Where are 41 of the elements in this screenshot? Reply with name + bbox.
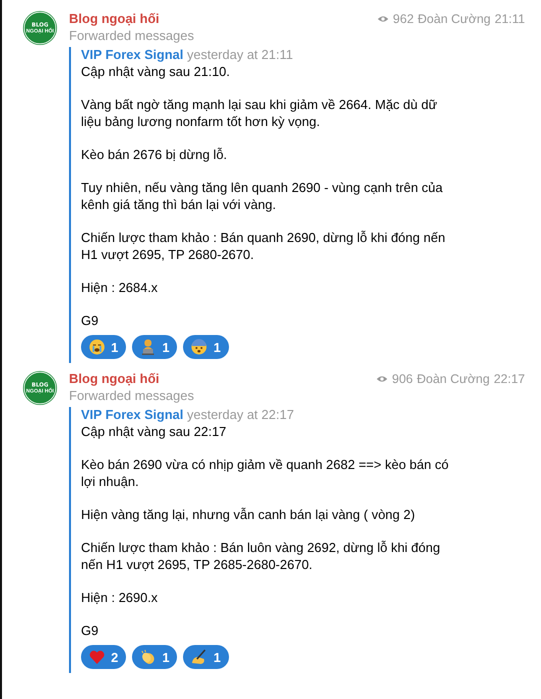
writing-hand-icon xyxy=(191,649,208,665)
author-name: Đoàn Cường xyxy=(418,12,491,26)
view-count: 906 xyxy=(392,372,413,386)
forwarded-label: Forwarded messages xyxy=(69,28,195,43)
reaction-button[interactable]: 1 xyxy=(132,335,178,359)
message-paragraph: Hiện : 2690.x xyxy=(81,589,159,606)
forwarded-label: Forwarded messages xyxy=(69,388,195,403)
message-paragraph: Chiến lược tham khảo : Bán quanh 2690, dừng lỗ khi đóng nến H1 vượt 2695, TP 2680-2670. xyxy=(81,229,446,263)
message-paragraph: Kèo bán 2690 vừa có nhịp giảm về quanh 2682 ==> kèo bán có lợi nhuận. xyxy=(81,456,450,490)
channel-name[interactable]: Blog ngoại hối xyxy=(69,371,160,386)
message-paragraph: Vàng bất ngờ tăng mạnh lại sau khi giảm về 2664. Mặc dù dữ liệu bảng lương nonfarm tốt hơn kỳ vọng. xyxy=(81,96,438,130)
forward-source[interactable]: VIP Forex Signal xyxy=(81,407,184,422)
message-paragraph: G9 xyxy=(81,312,100,329)
fearful-face-icon xyxy=(191,339,208,355)
message-paragraph: Kèo bán 2676 bị dừng lỗ. xyxy=(81,146,228,163)
clapping-hands-icon xyxy=(140,649,156,665)
message-paragraph: G9 xyxy=(81,622,100,639)
message-paragraph: Hiện : 2684.x xyxy=(81,279,159,296)
reaction-button[interactable]: 1 xyxy=(81,335,126,359)
message-paragraph: Hiện vàng tăng lại, nhưng vẫn canh bán lại vàng ( vòng 2) xyxy=(81,506,416,523)
reaction-button[interactable]: 1 xyxy=(183,645,229,669)
eye-icon xyxy=(376,14,389,22)
heart-icon xyxy=(89,649,105,665)
author-name: Đoàn Cường xyxy=(416,372,490,386)
message-paragraph: Tuy nhiên, nếu vàng tăng lên quanh 2690 - vùng cạnh trên của kênh giá tăng thì bán lại với vàng. xyxy=(81,179,444,213)
forward-source[interactable]: VIP Forex Signal xyxy=(81,47,184,62)
message-time: 21:11 xyxy=(494,12,525,26)
reaction-button[interactable]: 1 xyxy=(183,335,229,359)
message-paragraph: Chiến lược tham khảo : Bán luôn vàng 2692, dừng lỗ khi đóng nến H1 vượt 2695, TP 2685-2680-2670. xyxy=(81,539,442,573)
message-time: 22:17 xyxy=(494,372,525,386)
message-paragraph: Cập nhật vàng sau 21:10. xyxy=(81,63,231,80)
view-count: 962 xyxy=(392,12,414,26)
forward-time: yesterday at 22:17 xyxy=(186,407,294,422)
crying-face-icon xyxy=(89,339,105,355)
person-laptop-icon xyxy=(140,339,156,355)
eye-icon xyxy=(376,374,388,382)
forward-time: yesterday at 21:11 xyxy=(186,47,293,62)
reaction-button[interactable]: 2 xyxy=(81,645,126,669)
message-paragraph: Cập nhật vàng sau 22:17 xyxy=(81,423,228,440)
reaction-button[interactable]: 1 xyxy=(132,645,178,669)
channel-name[interactable]: Blog ngoại hối xyxy=(69,11,160,26)
